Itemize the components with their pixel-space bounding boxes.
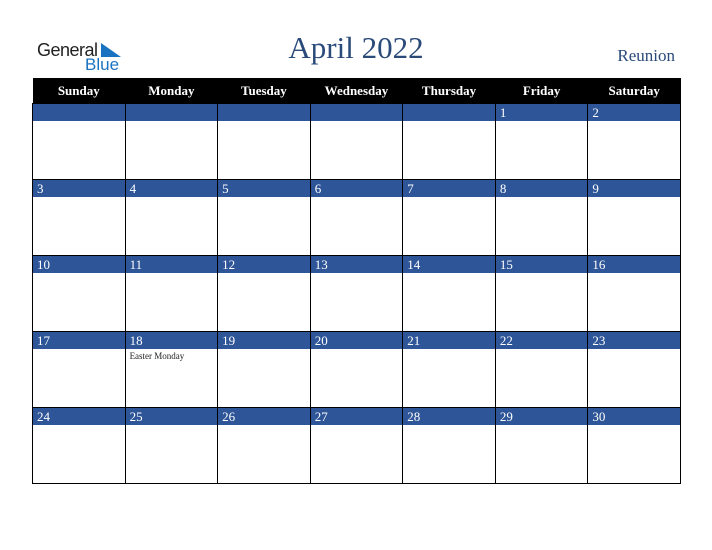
day-number: 16 [588,256,680,273]
day-cell[interactable] [32,103,126,180]
day-number: 22 [495,332,588,349]
day-cell[interactable]: 18 Easter Monday [124,331,219,408]
day-cell[interactable]: 27 [309,407,404,484]
weekday-header-sunday: Sunday [32,78,126,104]
day-number [403,104,495,121]
country-label: Reunion [617,46,675,65]
day-number: 4 [125,180,218,197]
day-cell[interactable] [217,103,311,180]
day-cell[interactable]: 21 [402,331,496,408]
day-cell[interactable]: 28 [402,407,496,484]
week-row: 17 18 Easter Monday 19 20 21 22 23 [32,331,681,408]
day-number: 24 [33,408,125,425]
day-number: 7 [403,180,495,197]
day-number: 8 [495,180,588,197]
day-cell[interactable]: 30 [587,407,681,484]
calendar-title: April 2022 [288,30,424,65]
day-number [218,104,310,121]
day-cell[interactable]: 17 [32,331,126,408]
day-cell[interactable]: 26 [217,407,311,484]
day-cell[interactable]: 3 [32,179,126,256]
weekday-header-thursday: Thursday [402,78,496,104]
day-number [33,104,125,121]
day-number: 10 [33,256,125,273]
week-row: 3456789 [32,179,681,256]
day-number: 21 [403,332,495,349]
day-number: 1 [495,104,588,121]
weekday-header-tuesday: Tuesday [217,78,311,104]
day-number: 27 [310,408,403,425]
day-number: 15 [495,256,588,273]
day-cell[interactable]: 15 [494,255,589,332]
day-cell[interactable] [124,103,219,180]
week-row: 12 [32,103,681,180]
day-cell[interactable]: 6 [309,179,404,256]
day-number: 13 [310,256,403,273]
day-cell[interactable]: 19 [217,331,311,408]
day-number: 3 [33,180,125,197]
day-number: 18 [125,332,218,349]
day-cell[interactable]: 2 [587,103,681,180]
day-number: 11 [125,256,218,273]
day-cell[interactable]: 7 [402,179,496,256]
day-number: 12 [218,256,310,273]
week-row: 24 25 26 27 28 29 30 [32,407,681,484]
day-cell[interactable]: 13 [309,255,404,332]
day-number [125,104,218,121]
holiday-label: Easter Monday [129,351,185,361]
day-cell[interactable]: 11 [124,255,219,332]
weekday-header-monday: Monday [125,78,218,104]
day-cell[interactable]: 8 [494,179,589,256]
day-cell[interactable]: 29 [494,407,589,484]
day-number: 25 [125,408,218,425]
day-cell[interactable]: 22 [494,331,589,408]
day-cell[interactable]: 25 [124,407,219,484]
weekday-header-wednesday: Wednesday [310,78,403,104]
day-number: 5 [218,180,310,197]
week-row: 10 11 12 13 14 15 16 [32,255,681,332]
day-number: 23 [588,332,680,349]
day-number [310,104,403,121]
day-cell[interactable] [309,103,404,180]
calendar-grid: Sunday Monday Tuesday Wednesday Thursday Frid… [32,78,681,484]
day-cell[interactable] [402,103,496,180]
weekday-header-friday: Friday [495,78,588,104]
day-number: 2 [588,104,680,121]
day-cell[interactable]: 24 [32,407,126,484]
weekday-header-row: Sunday Monday Tuesday Wednesday Thursday Frid… [32,78,681,104]
day-number: 17 [33,332,125,349]
day-cell[interactable]: 5 [217,179,311,256]
day-cell[interactable]: 16 [587,255,681,332]
day-cell[interactable]: 10 [32,255,126,332]
day-number: 26 [218,408,310,425]
weekday-header-saturday: Saturday [587,78,681,104]
day-number: 14 [403,256,495,273]
day-cell[interactable]: 23 [587,331,681,408]
day-cell[interactable]: 9 [587,179,681,256]
day-cell[interactable]: 14 [402,255,496,332]
day-cell[interactable]: 20 [309,331,404,408]
day-number: 19 [218,332,310,349]
day-number: 9 [588,180,680,197]
day-number: 20 [310,332,403,349]
day-number: 6 [310,180,403,197]
day-number: 30 [588,408,680,425]
day-cell[interactable]: 4 [124,179,219,256]
day-number: 29 [495,408,588,425]
day-cell[interactable]: 1 [494,103,589,180]
day-cell[interactable]: 12 [217,255,311,332]
day-number: 28 [403,408,495,425]
